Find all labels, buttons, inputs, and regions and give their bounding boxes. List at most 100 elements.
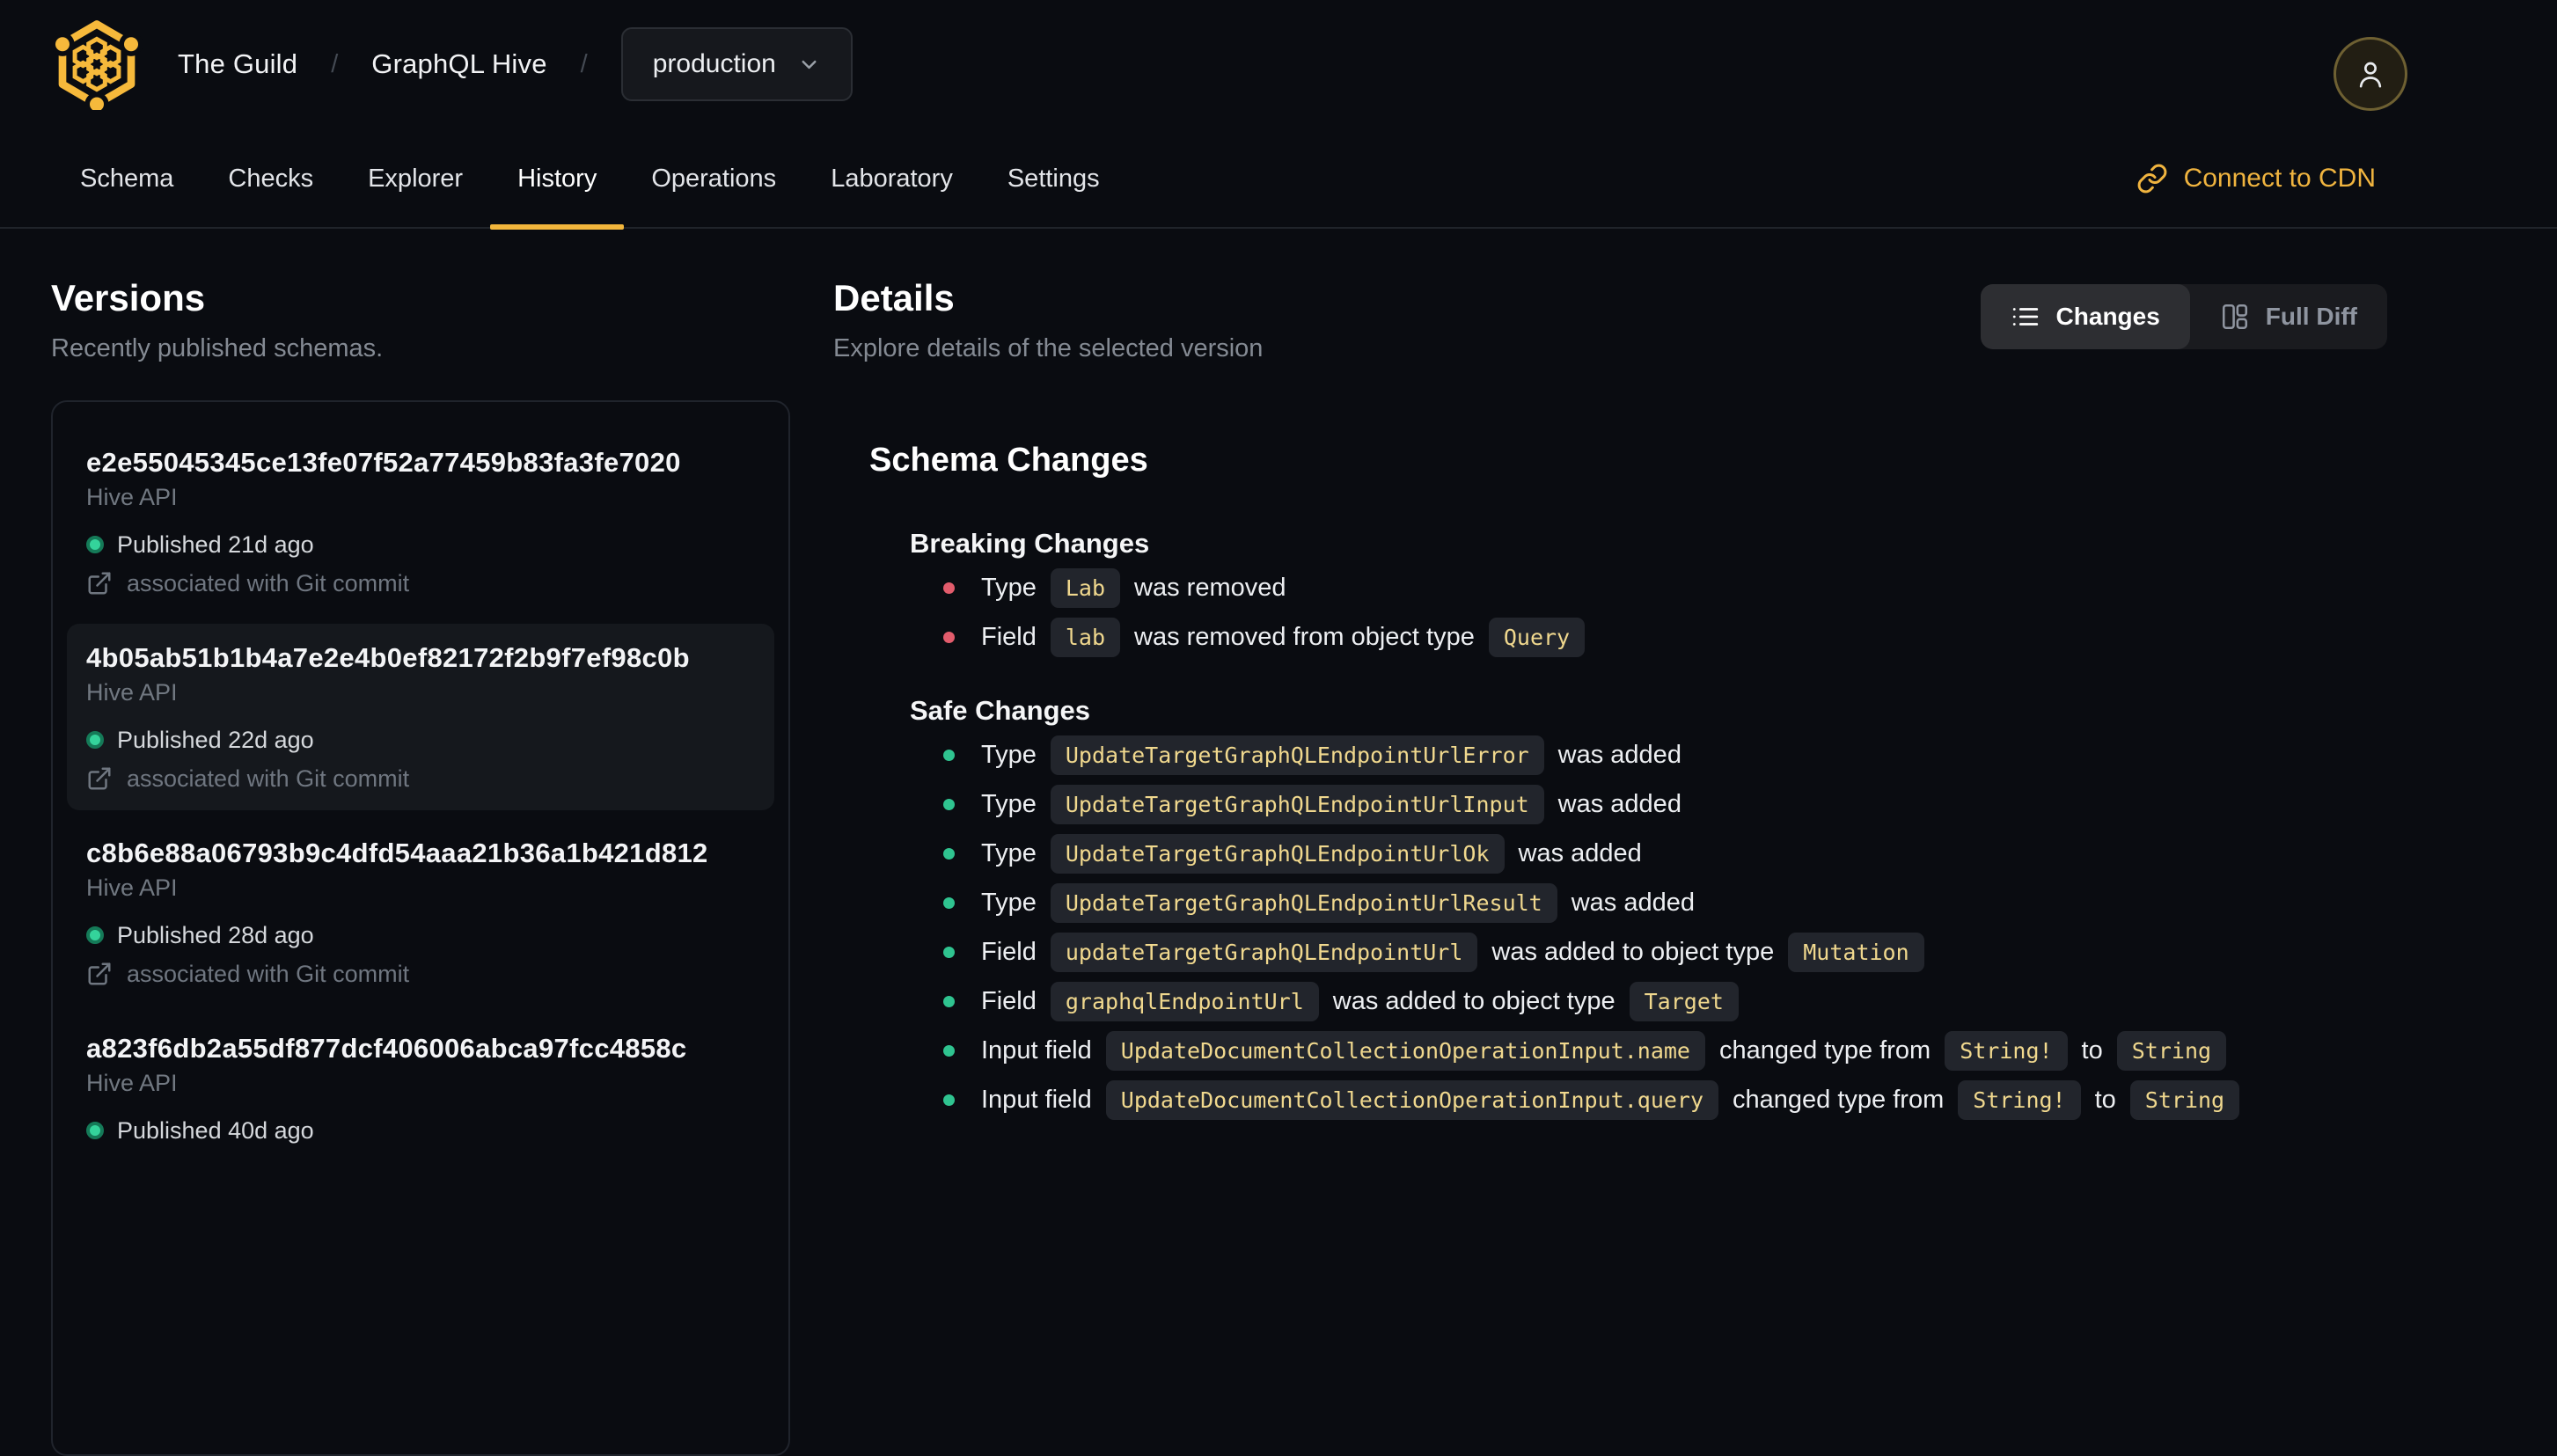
list-icon <box>2012 308 2038 326</box>
nav-tab-explorer[interactable]: Explorer <box>341 128 490 229</box>
app-header: The Guild / GraphQL Hive / production <box>0 0 2557 128</box>
change-text: changed type from <box>1733 1085 1945 1114</box>
versions-title: Versions <box>51 277 206 318</box>
version-service-name: Hive API <box>86 1070 178 1096</box>
change-text: was added <box>1518 838 1642 867</box>
version-card[interactable]: a823f6db2a55df877dcf406006abca97fcc4858c… <box>67 1014 774 1162</box>
published-status-dot <box>86 731 104 749</box>
nav-tab-laboratory[interactable]: Laboratory <box>803 128 980 229</box>
change-bullet-dot <box>943 749 955 761</box>
inline-code-badge: Target <box>1629 981 1739 1021</box>
hive-logo-icon[interactable] <box>51 18 143 110</box>
inline-code-badge: String <box>2116 1030 2227 1071</box>
change-text: to <box>2094 1085 2116 1114</box>
inline-code-badge: UpdateTargetGraphQLEndpointUrlError <box>1050 735 1544 775</box>
version-card[interactable]: c8b6e88a06793b9c4dfd54aaa21b36a1b421d812… <box>67 819 774 1006</box>
version-card[interactable]: e2e55045345ce13fe07f52a77459b83fa3fe7020… <box>67 428 774 615</box>
change-text: Type <box>981 740 1037 769</box>
external-link-icon <box>88 767 111 790</box>
inline-code-badge: Mutation <box>1788 932 1924 972</box>
user-avatar[interactable] <box>2334 37 2407 111</box>
breaking-changes-group: Breaking Changes Type Lab was removed Fiel… <box>910 526 2387 662</box>
nav-tab-schema[interactable]: Schema <box>53 128 201 229</box>
version-card[interactable]: 4b05ab51b1b4a7e2e4b0ef82172f2b9f7ef98c0b… <box>67 624 774 810</box>
change-text: was added <box>1557 740 1681 769</box>
version-list: e2e55045345ce13fe07f52a77459b83fa3fe7020… <box>51 400 790 1456</box>
nav-tab-checks[interactable]: Checks <box>201 128 341 229</box>
schema-change-item: Type UpdateTargetGraphQLEndpointUrlResult… <box>943 878 2387 927</box>
schema-change-item: Type UpdateTargetGraphQLEndpointUrlOk was … <box>943 829 2387 878</box>
details-panel: Details Explore details of the selected … <box>833 277 2387 1142</box>
version-git-commit-link[interactable]: associated with Git commit <box>86 569 755 597</box>
nav-tab-label: Operations <box>651 164 777 193</box>
external-link-icon <box>88 572 111 595</box>
change-text: was added to object type <box>1332 986 1616 1015</box>
version-published-row: Published 22d ago <box>86 726 755 754</box>
version-published-text: Published 40d ago <box>117 1117 314 1144</box>
nav-tab-label: Checks <box>228 164 314 193</box>
nav-tab-history[interactable]: History <box>490 128 625 230</box>
versions-panel: Versions Recently published schemas. e2e… <box>51 277 790 1456</box>
change-bullet-dot <box>943 798 955 810</box>
breadcrumb-org[interactable]: The Guild <box>178 48 297 80</box>
safe-changes-list: Type UpdateTargetGraphQLEndpointUrlError w… <box>943 730 2387 1124</box>
schema-change-item: Type UpdateTargetGraphQLEndpointUrlError w… <box>943 730 2387 779</box>
version-hash: a823f6db2a55df877dcf406006abca97fcc4858c <box>86 1033 687 1064</box>
nav-tab-label: Settings <box>1007 164 1100 193</box>
version-git-text: associated with Git commit <box>127 765 410 792</box>
nav-tab-settings[interactable]: Settings <box>980 128 1127 229</box>
change-bullet-dot <box>943 946 955 958</box>
toggle-full-diff-button[interactable]: Full Diff <box>2190 284 2387 349</box>
change-text: was removed <box>1134 573 1286 602</box>
change-text: was added <box>1557 789 1681 818</box>
version-git-text: associated with Git commit <box>127 961 410 987</box>
external-link-icon <box>88 962 111 985</box>
inline-code-badge: Query <box>1488 617 1586 657</box>
change-text: changed type from <box>1718 1035 1931 1065</box>
change-bullet-dot <box>943 1094 955 1106</box>
published-status-dot <box>86 1122 104 1139</box>
schema-changes-title: Schema Changes <box>869 442 1148 479</box>
breadcrumb-project[interactable]: GraphQL Hive <box>371 48 546 80</box>
main-nav: Schema Checks Explorer History Operation… <box>0 128 2557 230</box>
version-service-name: Hive API <box>86 679 178 706</box>
change-text: Field <box>981 937 1037 966</box>
connect-to-cdn-label: Connect to CDN <box>2183 164 2376 193</box>
version-hash: 4b05ab51b1b4a7e2e4b0ef82172f2b9f7ef98c0b <box>86 642 690 673</box>
inline-code-badge: UpdateDocumentCollectionOperationInput.n… <box>1105 1030 1705 1071</box>
version-published-row: Published 21d ago <box>86 530 755 559</box>
toggle-changes-button[interactable]: Changes <box>1980 284 2190 349</box>
inline-code-badge: UpdateTargetGraphQLEndpointUrlResult <box>1050 882 1557 923</box>
schema-change-item: Type UpdateTargetGraphQLEndpointUrlInput w… <box>943 779 2387 829</box>
breaking-changes-list: Type Lab was removed Field lab was removed f… <box>943 563 2387 662</box>
change-text: was added <box>1571 888 1696 917</box>
inline-code-badge: UpdateDocumentCollectionOperationInput.q… <box>1105 1079 1719 1120</box>
version-git-commit-link[interactable]: associated with Git commit <box>86 765 755 793</box>
breaking-changes-title: Breaking Changes <box>910 528 1150 559</box>
inline-code-badge: lab <box>1050 617 1121 657</box>
schema-change-item: Field updateTargetGraphQLEndpointUrl was a… <box>943 927 2387 977</box>
change-bullet-dot <box>943 1044 955 1057</box>
toggle-changes-label: Changes <box>2055 303 2160 330</box>
breadcrumb: The Guild / GraphQL Hive / production <box>178 27 853 101</box>
version-hash: e2e55045345ce13fe07f52a77459b83fa3fe7020 <box>86 447 681 478</box>
change-bullet-dot <box>943 896 955 909</box>
nav-tab-label: Schema <box>80 164 174 193</box>
version-published-row: Published 40d ago <box>86 1116 755 1145</box>
change-bullet-dot <box>943 582 955 594</box>
version-git-text: associated with Git commit <box>127 570 410 596</box>
version-git-commit-link[interactable]: associated with Git commit <box>86 960 755 988</box>
change-text: was removed from object type <box>1134 622 1475 651</box>
nav-tabs: Schema Checks Explorer History Operation… <box>53 128 1127 230</box>
target-selector-dropdown[interactable]: production <box>620 27 853 101</box>
schema-change-item: Field lab was removed from object type Quer… <box>943 612 2387 662</box>
nav-tab-operations[interactable]: Operations <box>624 128 803 229</box>
person-icon <box>2359 62 2382 88</box>
inline-code-badge: graphqlEndpointUrl <box>1050 981 1319 1021</box>
version-hash: c8b6e88a06793b9c4dfd54aaa21b36a1b421d812 <box>86 838 708 868</box>
change-text: Input field <box>981 1035 1092 1065</box>
connect-to-cdn-link[interactable]: Connect to CDN <box>2136 128 2376 229</box>
inline-code-badge: Lab <box>1050 567 1121 608</box>
inline-code-badge: String! <box>1945 1030 2068 1071</box>
safe-changes-group: Safe Changes Type UpdateTargetGraphQLEndp… <box>910 693 2387 1124</box>
